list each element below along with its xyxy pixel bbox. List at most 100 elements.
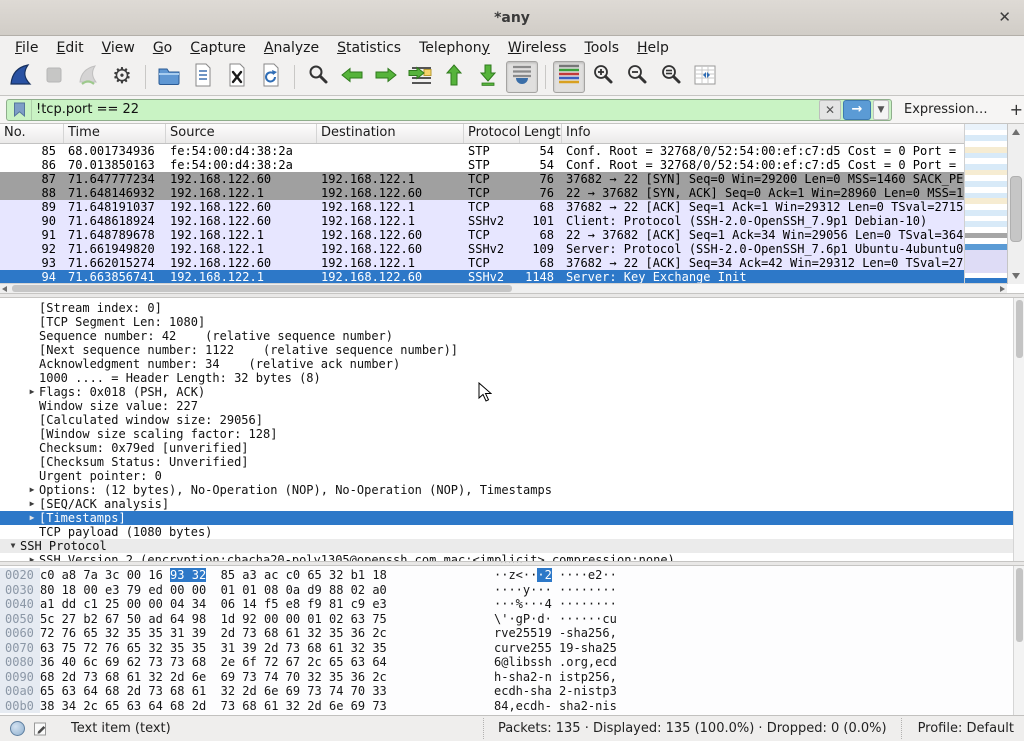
column-header-protocol[interactable]: Protocol <box>464 124 520 143</box>
hex-row[interactable]: 00505c 27 b2 67 50 ad 64 98 1d 92 00 00 … <box>0 612 1024 627</box>
detail-line[interactable]: ▶Options: (12 bytes), No-Operation (NOP)… <box>0 483 1024 497</box>
detail-line[interactable]: ▶[SEQ/ACK analysis] <box>0 497 1024 511</box>
detail-line[interactable]: [Checksum Status: Unverified] <box>0 455 1024 469</box>
packet-row[interactable]: 8971.648191037192.168.122.60192.168.122.… <box>0 200 1024 214</box>
clear-filter-icon[interactable]: ✕ <box>819 100 841 120</box>
menu-help[interactable]: Help <box>628 39 678 57</box>
detail-line[interactable]: TCP payload (1080 bytes) <box>0 525 1024 539</box>
packet-row[interactable]: 9171.648789678192.168.122.1192.168.122.6… <box>0 228 1024 242</box>
packet-row[interactable]: 8670.013850163fe:54:00:d4:38:2aSTP54Conf… <box>0 158 1024 172</box>
column-header-source[interactable]: Source <box>166 124 317 143</box>
packet-row[interactable]: 8771.647777234192.168.122.60192.168.122.… <box>0 172 1024 186</box>
menu-analyze[interactable]: Analyze <box>255 39 328 57</box>
menu-wireless[interactable]: Wireless <box>499 39 576 57</box>
zoom-out-button[interactable] <box>621 61 653 93</box>
column-header-info[interactable]: Info <box>562 124 1024 143</box>
detail-line[interactable]: Acknowledgment number: 34 (relative ack … <box>0 357 1024 371</box>
start-capture-button[interactable] <box>4 61 36 93</box>
close-capture-button[interactable] <box>221 61 253 93</box>
save-capture-button[interactable] <box>187 61 219 93</box>
tree-expanded-icon[interactable]: ▼ <box>6 539 20 553</box>
menu-go[interactable]: Go <box>144 39 181 57</box>
hex-row[interactable]: 00b038 34 2c 65 63 64 68 2d 73 68 61 32 … <box>0 699 1024 714</box>
detail-line[interactable]: Checksum: 0x79ed [unverified] <box>0 441 1024 455</box>
capture-comment-icon[interactable] <box>33 721 49 737</box>
filter-dropdown-caret-icon[interactable]: ▼ <box>873 100 889 120</box>
tree-collapsed-icon[interactable]: ▶ <box>25 483 39 497</box>
reload-capture-button[interactable] <box>255 61 287 93</box>
bookmark-icon[interactable] <box>7 100 32 120</box>
hex-row[interactable]: 007063 75 72 76 65 32 35 35 31 39 2d 73 … <box>0 641 1024 656</box>
hex-row[interactable]: 0040a1 dd c1 25 00 00 04 34 06 14 f5 e8 … <box>0 597 1024 612</box>
tree-collapsed-icon[interactable]: ▶ <box>25 497 39 511</box>
hex-row[interactable]: 00a065 63 64 68 2d 73 68 61 32 2d 6e 69 … <box>0 684 1024 699</box>
tree-collapsed-icon[interactable]: ▶ <box>25 553 39 562</box>
auto-scroll-button[interactable] <box>506 61 538 93</box>
go-forward-button[interactable] <box>370 61 402 93</box>
column-header-destination[interactable]: Destination <box>317 124 464 143</box>
hex-row[interactable]: 006072 76 65 32 35 35 31 39 2d 73 68 61 … <box>0 626 1024 641</box>
go-back-button[interactable] <box>336 61 368 93</box>
menu-view[interactable]: View <box>93 39 144 57</box>
go-last-packet-button[interactable] <box>472 61 504 93</box>
packet-row[interactable]: 8871.648146932192.168.122.1192.168.122.6… <box>0 186 1024 200</box>
stop-capture-button[interactable] <box>38 61 70 93</box>
hex-row[interactable]: 009068 2d 73 68 61 32 2d 6e 69 73 74 70 … <box>0 670 1024 685</box>
zoom-in-button[interactable] <box>587 61 619 93</box>
details-scrollbar[interactable] <box>1013 298 1024 561</box>
detail-line[interactable]: [Stream index: 0] <box>0 301 1024 315</box>
go-first-packet-button[interactable] <box>438 61 470 93</box>
tree-collapsed-icon[interactable]: ▶ <box>25 511 39 525</box>
tree-collapsed-icon[interactable]: ▶ <box>25 385 39 399</box>
column-header-time[interactable]: Time <box>64 124 166 143</box>
menu-capture[interactable]: Capture <box>181 39 255 57</box>
detail-line[interactable]: [Calculated window size: 29056] <box>0 413 1024 427</box>
resize-columns-button[interactable] <box>689 61 721 93</box>
find-packet-button[interactable] <box>302 61 334 93</box>
hex-row[interactable]: 008036 40 6c 69 62 73 73 68 2e 6f 72 67 … <box>0 655 1024 670</box>
expert-info-icon[interactable] <box>10 721 25 736</box>
apply-filter-icon[interactable]: → <box>843 100 871 120</box>
expression-button[interactable]: Expression… <box>892 102 1000 117</box>
filter-input[interactable] <box>32 102 819 117</box>
detail-line[interactable]: ▶Flags: 0x018 (PSH, ACK) <box>0 385 1024 399</box>
detail-line[interactable]: [Window size scaling factor: 128] <box>0 427 1024 441</box>
packet-row[interactable]: 8568.001734936fe:54:00:d4:38:2aSTP54Conf… <box>0 144 1024 158</box>
colorize-button[interactable] <box>553 61 585 93</box>
detail-line[interactable]: Sequence number: 42 (relative sequence n… <box>0 329 1024 343</box>
menu-edit[interactable]: Edit <box>47 39 92 57</box>
hex-row[interactable]: 0020c0 a8 7a 3c 00 16 93 32 85 a3 ac c0 … <box>0 568 1024 583</box>
menu-statistics[interactable]: Statistics <box>328 39 410 57</box>
restart-capture-button[interactable] <box>72 61 104 93</box>
menu-file[interactable]: File <box>6 39 47 57</box>
close-icon[interactable]: ✕ <box>998 9 1011 25</box>
packet-length: 68 <box>520 200 562 214</box>
add-filter-button[interactable]: + <box>1000 100 1024 119</box>
detail-line[interactable]: [TCP Segment Len: 1080] <box>0 315 1024 329</box>
zoom-reset-button[interactable] <box>655 61 687 93</box>
detail-line[interactable]: ▶[Timestamps] <box>0 511 1024 525</box>
detail-line[interactable]: 1000 .... = Header Length: 32 bytes (8) <box>0 371 1024 385</box>
detail-line[interactable]: [Next sequence number: 1122 (relative se… <box>0 343 1024 357</box>
menu-tools[interactable]: Tools <box>576 39 629 57</box>
hex-row[interactable]: 003080 18 00 e3 79 ed 00 00 01 01 08 0a … <box>0 583 1024 598</box>
title-bar[interactable]: *any ✕ <box>0 0 1024 36</box>
packet-list-hscrollbar[interactable] <box>0 283 1007 293</box>
detail-line[interactable]: Urgent pointer: 0 <box>0 469 1024 483</box>
packet-row[interactable]: 9471.663856741192.168.122.1192.168.122.6… <box>0 270 1024 284</box>
status-profile[interactable]: Profile: Default <box>901 718 1014 739</box>
packet-row[interactable]: 9371.662015274192.168.122.60192.168.122.… <box>0 256 1024 270</box>
packet-row[interactable]: 9271.661949820192.168.122.1192.168.122.6… <box>0 242 1024 256</box>
packet-list-scrollbar[interactable] <box>1007 124 1024 284</box>
open-capture-button[interactable] <box>153 61 185 93</box>
capture-options-button[interactable]: ⚙ <box>106 61 138 93</box>
packet-row[interactable]: 9071.648618924192.168.122.60192.168.122.… <box>0 214 1024 228</box>
menu-telephony[interactable]: Telephony <box>410 39 499 57</box>
detail-line[interactable]: Window size value: 227 <box>0 399 1024 413</box>
column-header-length[interactable]: Length <box>520 124 562 143</box>
detail-line[interactable]: ▶SSH Version 2 (encryption:chacha20-poly… <box>0 553 1024 562</box>
detail-line[interactable]: ▼SSH Protocol <box>0 539 1024 553</box>
packet-minimap[interactable] <box>964 124 1007 284</box>
go-to-packet-button[interactable] <box>404 61 436 93</box>
column-header-no[interactable]: No. <box>0 124 64 143</box>
